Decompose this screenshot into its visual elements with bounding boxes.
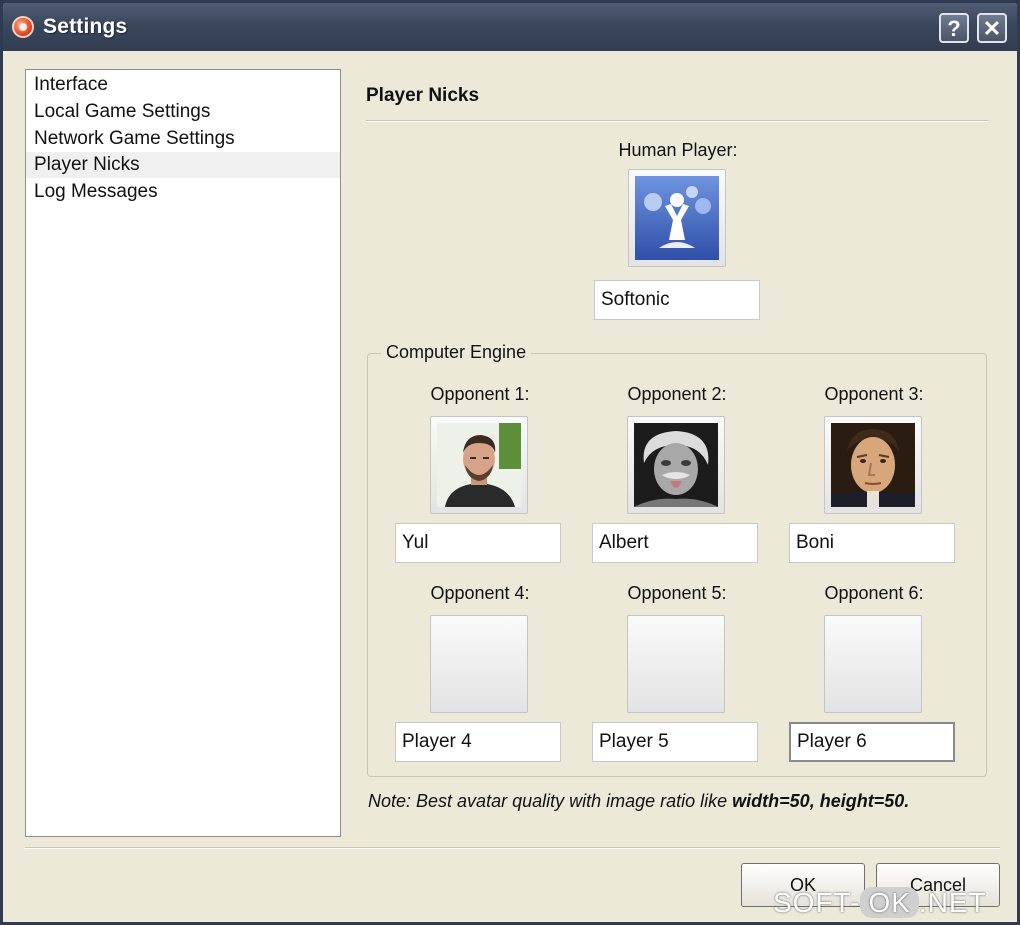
watermark: SOFT- OK .NET — [773, 887, 987, 919]
opponent-6-avatar-button[interactable] — [824, 615, 922, 713]
close-button[interactable]: ✕ — [977, 13, 1007, 43]
opponent-4-avatar-button[interactable] — [430, 615, 528, 713]
window-title: Settings — [43, 15, 128, 38]
settings-window: Settings ? ✕ Interface Local Game Settin… — [0, 0, 1020, 925]
sidebar-item-log-messages[interactable]: Log Messages — [26, 179, 340, 205]
opponent-6-label: Opponent 6: — [824, 583, 924, 603]
app-icon — [12, 16, 34, 38]
computer-engine-group-label: Computer Engine — [381, 342, 532, 363]
softonic-logo-icon — [635, 176, 719, 260]
opponent-6-nick-input[interactable]: Player 6 — [789, 722, 955, 762]
human-player-label: Human Player: — [618, 140, 738, 160]
opponent-4-nick-input[interactable]: Player 4 — [395, 722, 561, 762]
avatar-note: Note: Best avatar quality with image rat… — [368, 791, 909, 812]
opponent-1-avatar-button[interactable] — [430, 416, 528, 514]
settings-category-list[interactable]: Interface Local Game Settings Network Ga… — [25, 69, 341, 837]
sidebar-item-local-game-settings[interactable]: Local Game Settings — [26, 99, 340, 125]
opponent-2-nick-input[interactable]: Albert — [592, 523, 758, 563]
opponent-5-avatar-button[interactable] — [627, 615, 725, 713]
opponent-5-nick-input[interactable]: Player 5 — [592, 722, 758, 762]
avatar-note-bold: width=50, height=50. — [732, 791, 910, 811]
opponent-2-avatar-button[interactable] — [627, 416, 725, 514]
title-divider — [366, 120, 988, 122]
watermark-pill: OK — [860, 887, 919, 918]
title-bar[interactable]: Settings ? ✕ — [3, 3, 1017, 51]
man-photo-icon — [437, 423, 521, 507]
sidebar-item-network-game-settings[interactable]: Network Game Settings — [26, 126, 340, 152]
watermark-left: SOFT- — [773, 887, 861, 918]
opponent-3-label: Opponent 3: — [824, 384, 924, 404]
opponent-2-label: Opponent 2: — [627, 384, 727, 404]
opponent-1-nick-input[interactable]: Yul — [395, 523, 561, 563]
sidebar-item-interface[interactable]: Interface — [26, 72, 340, 98]
human-player-avatar-button[interactable] — [628, 169, 726, 267]
human-player-nick-input[interactable]: Softonic — [594, 280, 760, 320]
einstein-photo-icon — [634, 423, 718, 507]
sidebar-item-player-nicks[interactable]: Player Nicks — [26, 152, 340, 178]
opponent-3-avatar-button[interactable] — [824, 416, 922, 514]
opponent-4-label: Opponent 4: — [430, 583, 530, 603]
page-title: Player Nicks — [366, 85, 480, 106]
avatar-note-text: Note: Best avatar quality with image rat… — [368, 791, 733, 811]
button-divider — [25, 847, 1000, 849]
opponent-5-label: Opponent 5: — [627, 583, 727, 603]
help-button[interactable]: ? — [939, 13, 969, 43]
opponent-3-nick-input[interactable]: Boni — [789, 523, 955, 563]
watermark-right: .NET — [918, 887, 987, 918]
napoleon-portrait-icon — [831, 423, 915, 507]
opponent-1-label: Opponent 1: — [430, 384, 530, 404]
